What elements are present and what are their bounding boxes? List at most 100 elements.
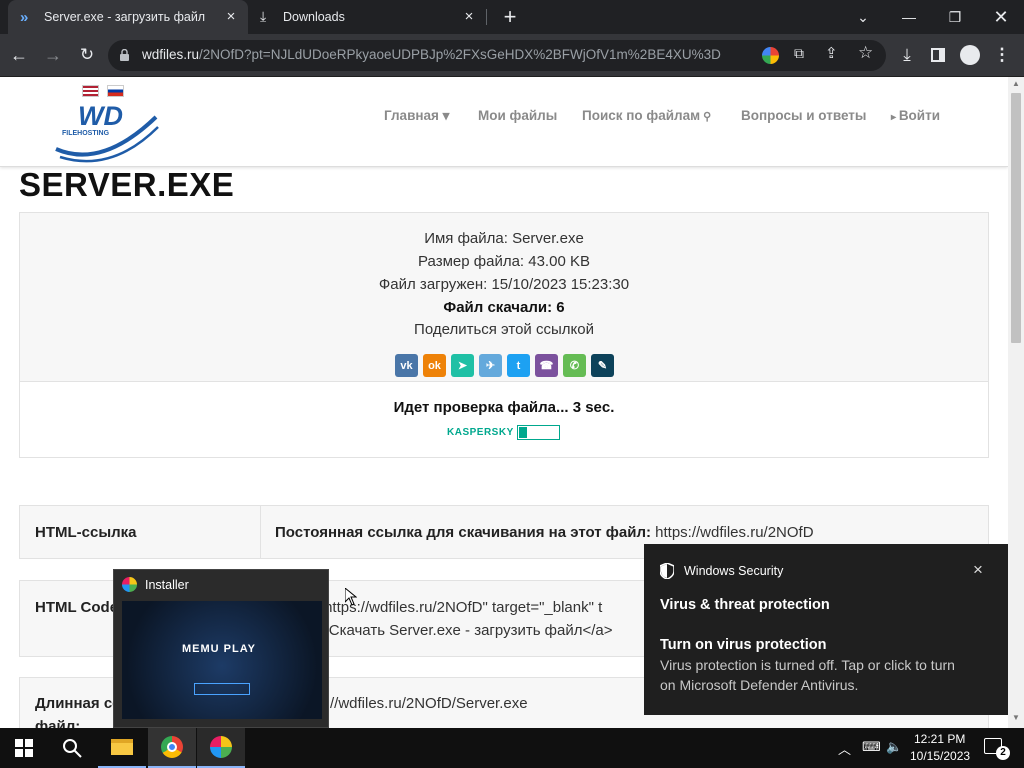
windows-security-toast[interactable]: Windows Security × Virus & threat protec… bbox=[644, 544, 1008, 715]
file-upload-date: Файл загружен: 15/10/2023 15:23:30 bbox=[378, 276, 630, 293]
caret-right-icon: ▸ bbox=[891, 112, 899, 123]
file-info-panel: Имя файла: Server.exe Размер файла: 43.0… bbox=[19, 212, 989, 458]
tab-strip: » Server.exe - загрузить файл × ⤓ Downlo… bbox=[0, 0, 1024, 34]
show-hidden-icons-icon[interactable]: ︿ bbox=[838, 739, 851, 758]
logo-subtext: FILEHOSTING bbox=[62, 130, 110, 137]
row-value-line2[interactable]: >Скачать Server.exe - загрузить файл</a> bbox=[320, 622, 613, 639]
toast-close-icon[interactable]: × bbox=[973, 560, 983, 580]
tab-separator bbox=[486, 9, 487, 25]
downloads-icon[interactable]: ⤓ bbox=[892, 40, 922, 70]
nav-login[interactable]: ▸ Войти bbox=[891, 108, 940, 123]
launch-button bbox=[194, 683, 250, 695]
windows-taskbar: ︿ ⌨ 🔈 12:21 PM 10/15/2023 2 bbox=[0, 728, 1024, 768]
search-icon: ⚲ bbox=[700, 111, 712, 123]
chrome-taskbar-button[interactable] bbox=[148, 728, 196, 768]
toast-app-name: Windows Security bbox=[684, 564, 784, 578]
download-icon: ⤓ bbox=[260, 8, 267, 24]
windows-logo-icon bbox=[15, 739, 33, 757]
row-label: HTML Code bbox=[35, 599, 119, 616]
memu-taskbar-button[interactable] bbox=[197, 728, 245, 768]
share-vk-icon[interactable]: vk bbox=[395, 354, 418, 377]
file-size: Размер файла: 43.00 KB bbox=[418, 253, 590, 270]
memu-brand-text: MEMU PLAY bbox=[182, 643, 256, 655]
installer-title: Installer bbox=[145, 578, 189, 592]
lock-icon bbox=[120, 48, 129, 61]
scroll-down-icon[interactable]: ▼ bbox=[1012, 713, 1020, 722]
tab-title: Server.exe - загрузить файл bbox=[44, 10, 206, 24]
scan-progress-fill bbox=[519, 427, 527, 438]
nav-home[interactable]: Главная ▾ bbox=[384, 108, 449, 124]
chrome-icon bbox=[161, 736, 183, 758]
logo-text: WD bbox=[78, 101, 123, 131]
share-label: Поделиться этой ссылкой bbox=[414, 321, 594, 338]
row-label-line2: файл: bbox=[35, 718, 81, 728]
bookmark-star-icon[interactable]: ☆ bbox=[858, 43, 873, 63]
reload-button[interactable]: ↻ bbox=[72, 40, 102, 70]
row-label: HTML-ссылка bbox=[35, 524, 137, 541]
toast-subheading: Turn on virus protection bbox=[660, 637, 827, 653]
forward-button[interactable]: → bbox=[38, 40, 68, 70]
clock-time[interactable]: 12:21 PM bbox=[914, 732, 965, 746]
share-whatsapp-icon[interactable]: ✆ bbox=[563, 354, 586, 377]
nav-my-files[interactable]: Мои файлы bbox=[478, 108, 557, 123]
row-label-line1: Длинная сс bbox=[35, 695, 121, 712]
translate-icon[interactable]: ⧉ bbox=[794, 45, 804, 62]
menu-kebab-icon[interactable]: ⋮ bbox=[987, 40, 1017, 70]
restore-button[interactable]: ❐ bbox=[932, 0, 978, 34]
share-yandex-icon[interactable]: ➤ bbox=[451, 354, 474, 377]
installer-window-preview[interactable]: Installer MEMU PLAY bbox=[113, 569, 329, 728]
nav-faq[interactable]: Вопросы и ответы bbox=[741, 108, 866, 123]
share-livejournal-icon[interactable]: ✎ bbox=[591, 354, 614, 377]
share-odnoklassniki-icon[interactable]: ok bbox=[423, 354, 446, 377]
share-icon[interactable]: ⇪ bbox=[825, 44, 838, 62]
search-button[interactable] bbox=[48, 728, 96, 768]
folder-icon bbox=[111, 739, 133, 755]
site-header: WD FILEHOSTING Главная ▾ Мои файлы Поиск… bbox=[0, 77, 1008, 167]
share-telegram-icon[interactable]: ✈ bbox=[479, 354, 502, 377]
file-check-panel: Идет проверка файла... 3 sec. KASPERSKY bbox=[20, 381, 988, 457]
site-logo[interactable]: WD FILEHOSTING bbox=[52, 99, 162, 163]
url-text: wdfiles.ru/2NOfD?pt=NJLdUDoeRPkyaoeUDPBJ… bbox=[142, 47, 721, 62]
check-status: Идет проверка файла... 3 sec. bbox=[393, 399, 615, 416]
caret-down-icon: ▾ bbox=[438, 108, 450, 123]
volume-muted-icon[interactable]: 🔈 bbox=[886, 739, 902, 755]
address-bar[interactable]: wdfiles.ru/2NOfD?pt=NJLdUDoeRPkyaoeUDPBJ… bbox=[108, 40, 886, 71]
side-panel-icon[interactable] bbox=[923, 40, 953, 70]
page-title: SERVER.EXE bbox=[19, 166, 235, 203]
close-tab-icon[interactable]: × bbox=[460, 8, 478, 26]
tab-downloads[interactable]: ⤓ Downloads × bbox=[250, 0, 486, 34]
row-value[interactable]: //wdfiles.ru/2NOfD/Server.exe bbox=[330, 695, 528, 712]
share-viber-icon[interactable]: ☎ bbox=[535, 354, 558, 377]
kaspersky-logo: KASPERSKY bbox=[447, 427, 514, 438]
toast-body-line1: Virus protection is turned off. Tap or c… bbox=[660, 657, 955, 673]
scrollbar-thumb[interactable] bbox=[1011, 93, 1021, 343]
page-scrollbar[interactable]: ▲ ▼ bbox=[1008, 77, 1024, 728]
toast-body-line2: on Microsoft Defender Antivirus. bbox=[660, 677, 859, 693]
scroll-up-icon[interactable]: ▲ bbox=[1012, 79, 1020, 88]
toast-heading: Virus & threat protection bbox=[660, 597, 830, 613]
row-value[interactable]: Постоянная ссылка для скачивания на этот… bbox=[275, 524, 814, 541]
minimize-button[interactable]: — bbox=[886, 0, 932, 34]
memu-logo-icon bbox=[210, 736, 232, 758]
new-tab-button[interactable]: + bbox=[496, 3, 524, 31]
browser-toolbar: ← → ↻ wdfiles.ru/2NOfD?pt=NJLdUDoeRPkyao… bbox=[0, 34, 1024, 77]
share-twitter-icon[interactable]: t bbox=[507, 354, 530, 377]
flag-us-icon[interactable] bbox=[82, 85, 99, 97]
network-icon[interactable]: ⌨ bbox=[862, 739, 881, 755]
close-tab-icon[interactable]: × bbox=[222, 8, 240, 26]
profile-avatar-icon[interactable] bbox=[955, 40, 985, 70]
google-lens-icon[interactable] bbox=[762, 47, 779, 64]
back-button[interactable]: ← bbox=[4, 40, 34, 70]
file-explorer-button[interactable] bbox=[98, 728, 146, 768]
tab-server-exe[interactable]: » Server.exe - загрузить файл × bbox=[8, 0, 248, 34]
memu-logo-icon bbox=[122, 577, 137, 592]
search-icon bbox=[63, 739, 82, 758]
tab-search-chevron-icon[interactable]: ⌄ bbox=[840, 0, 886, 34]
flag-ru-icon[interactable] bbox=[107, 85, 124, 97]
start-button[interactable] bbox=[0, 728, 48, 768]
close-window-button[interactable]: ✕ bbox=[978, 0, 1024, 34]
memu-favicon-icon: » bbox=[20, 9, 29, 26]
download-count: Файл скачали: 6 bbox=[443, 299, 565, 316]
nav-search-files[interactable]: Поиск по файлам ⚲ bbox=[582, 108, 711, 123]
clock-date[interactable]: 10/15/2023 bbox=[910, 749, 970, 763]
